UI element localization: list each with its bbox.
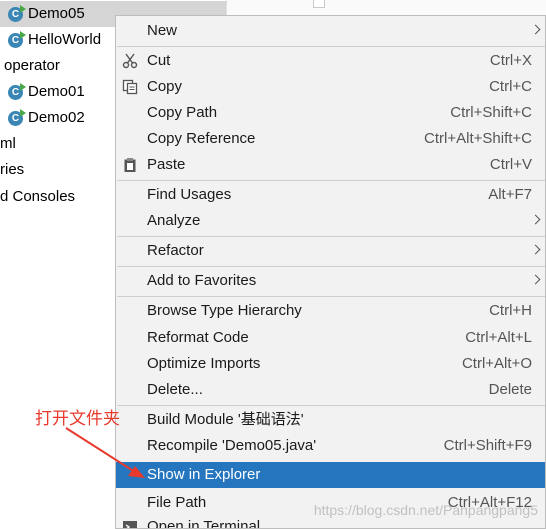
menu-separator bbox=[117, 296, 545, 297]
menu-item-refactor[interactable]: Refactor bbox=[116, 238, 545, 264]
menu-separator bbox=[117, 266, 545, 267]
menu-item-browse-type-hierarchy[interactable]: Browse Type Hierarchy Ctrl+H bbox=[116, 298, 545, 324]
chevron-right-icon bbox=[530, 244, 541, 255]
menu-item-analyze[interactable]: Analyze bbox=[116, 208, 545, 234]
copy-icon bbox=[122, 79, 138, 95]
tree-item-label: operator bbox=[4, 57, 60, 74]
tree-item-helloworld[interactable]: C HelloWorld bbox=[0, 27, 101, 53]
tree-item-consoles[interactable]: d Consoles bbox=[0, 184, 75, 210]
class-icon: C bbox=[8, 82, 26, 100]
menu-item-reformat-code[interactable]: Reformat Code Ctrl+Alt+L bbox=[116, 325, 545, 351]
menu-item-optimize-imports[interactable]: Optimize Imports Ctrl+Alt+O bbox=[116, 351, 545, 377]
context-menu: New Cut Ctrl+X Copy Ctrl+C Copy Path Ctr… bbox=[115, 15, 546, 529]
scissors-icon bbox=[122, 53, 138, 69]
chevron-right-icon bbox=[530, 274, 541, 285]
menu-item-copy-reference[interactable]: Copy Reference Ctrl+Alt+Shift+C bbox=[116, 126, 545, 152]
menu-separator bbox=[117, 405, 545, 406]
class-icon: C bbox=[8, 108, 26, 126]
tree-item-label: Demo02 bbox=[28, 109, 85, 126]
menu-item-cut[interactable]: Cut Ctrl+X bbox=[116, 48, 545, 74]
editor-tab-strip bbox=[226, 0, 546, 16]
menu-item-recompile[interactable]: Recompile 'Demo05.java' Ctrl+Shift+F9 bbox=[116, 433, 545, 459]
tree-item-libraries[interactable]: ries bbox=[0, 157, 24, 183]
chevron-right-icon bbox=[530, 214, 541, 225]
clipboard-icon bbox=[124, 158, 136, 172]
class-icon: C bbox=[8, 30, 26, 48]
menu-item-build-module[interactable]: Build Module '基础语法' bbox=[116, 407, 545, 433]
menu-separator bbox=[117, 180, 545, 181]
menu-separator bbox=[117, 46, 545, 47]
menu-item-find-usages[interactable]: Find Usages Alt+F7 bbox=[116, 182, 545, 208]
menu-item-copy[interactable]: Copy Ctrl+C bbox=[116, 74, 545, 100]
menu-item-paste[interactable]: Paste Ctrl+V bbox=[116, 152, 545, 178]
tree-item-operator[interactable]: operator bbox=[4, 53, 60, 79]
menu-item-show-in-explorer[interactable]: Show in Explorer bbox=[116, 462, 545, 488]
menu-item-delete[interactable]: Delete... Delete bbox=[116, 377, 545, 403]
chevron-right-icon bbox=[530, 24, 541, 35]
menu-item-new[interactable]: New bbox=[116, 18, 545, 44]
tree-item-label: ml bbox=[0, 135, 16, 152]
watermark: https://blog.csdn.net/Panpangpang5 bbox=[313, 502, 538, 518]
annotation-label: 打开文件夹 bbox=[35, 409, 120, 429]
terminal-icon bbox=[123, 521, 137, 528]
menu-separator bbox=[117, 236, 545, 237]
editor-gutter-mark bbox=[313, 0, 325, 8]
tree-item-label: Demo01 bbox=[28, 83, 85, 100]
menu-item-copy-path[interactable]: Copy Path Ctrl+Shift+C bbox=[116, 100, 545, 126]
tree-item-demo02[interactable]: C Demo02 bbox=[0, 105, 85, 131]
tree-item-ml[interactable]: ml bbox=[0, 131, 16, 157]
tree-item-label: HelloWorld bbox=[28, 31, 102, 48]
tree-item-label: ries bbox=[0, 161, 25, 178]
class-icon: C bbox=[8, 4, 26, 22]
tree-item-label: Demo05 bbox=[28, 5, 85, 22]
tree-item-label: d Consoles bbox=[0, 188, 76, 205]
tree-item-demo01[interactable]: C Demo01 bbox=[0, 79, 85, 105]
menu-item-add-to-favorites[interactable]: Add to Favorites bbox=[116, 268, 545, 294]
